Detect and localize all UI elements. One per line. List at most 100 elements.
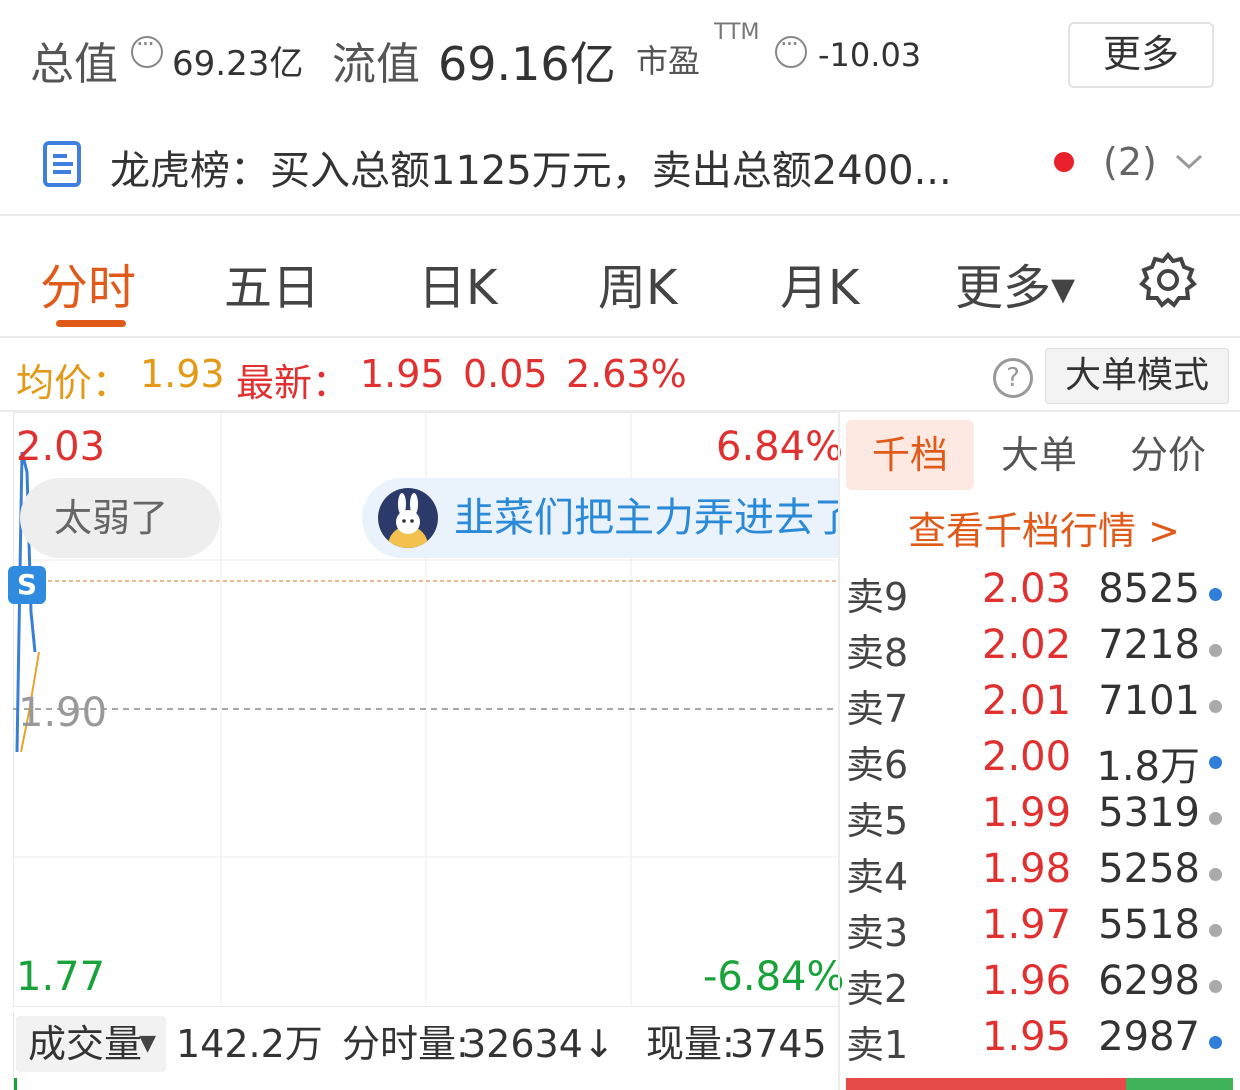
ask-price: 1.97 bbox=[982, 902, 1072, 948]
more-button[interactable]: 更多 bbox=[1068, 22, 1214, 88]
orderbook-row[interactable]: 卖4 1.98 5258 bbox=[846, 846, 1240, 902]
info-dots-icon[interactable] bbox=[131, 30, 163, 68]
rabbit-avatar bbox=[378, 488, 438, 548]
volume-indicator-select[interactable]: 成交量 ▼ bbox=[16, 1016, 166, 1072]
ask-price: 2.02 bbox=[982, 622, 1072, 668]
ask-level-label: 卖7 bbox=[846, 687, 909, 731]
big-order-mode-button[interactable]: 大单模式 bbox=[1045, 348, 1229, 404]
orderbook-row[interactable]: 卖8 2.02 7218 bbox=[846, 622, 1240, 678]
ask-level-label: 卖9 bbox=[846, 575, 909, 619]
orderbook-row[interactable]: 卖6 2.00 1.8万 bbox=[846, 734, 1240, 790]
tab-intraday[interactable]: 分时 bbox=[40, 248, 136, 318]
ask-level-label: 卖3 bbox=[846, 911, 909, 955]
ask-price: 1.98 bbox=[982, 846, 1072, 892]
chart-low-price: 1.77 bbox=[16, 954, 106, 1000]
tick-volume-label: 分时量: bbox=[342, 1022, 469, 1066]
gear-icon[interactable] bbox=[1138, 250, 1198, 310]
status-dot bbox=[1209, 700, 1222, 713]
price-change: 0.05 bbox=[463, 352, 548, 396]
price-change-pct: 2.63% bbox=[566, 352, 687, 396]
tab-day-k[interactable]: 日K bbox=[418, 248, 497, 318]
ask-price: 2.03 bbox=[982, 566, 1072, 612]
dragon-tiger-notice[interactable]: 龙虎榜：买入总额1125万元，卖出总额2400... bbox=[110, 138, 952, 196]
float-value-label: 流值 bbox=[332, 39, 420, 90]
s-marker-badge[interactable]: S bbox=[8, 566, 46, 604]
avg-price-label: 均价： bbox=[16, 361, 131, 405]
status-dot bbox=[1209, 812, 1222, 825]
sell-ratio-bar bbox=[1126, 1078, 1233, 1090]
current-volume-label: 现量: bbox=[646, 1022, 735, 1066]
buy-ratio-bar bbox=[846, 1078, 1126, 1090]
ask-quantity: 7218 bbox=[1098, 622, 1200, 668]
orderbook-row[interactable]: 卖9 2.03 8525 bbox=[846, 566, 1240, 622]
ask-quantity: 5319 bbox=[1098, 790, 1200, 836]
active-tab-indicator bbox=[56, 320, 126, 327]
info-dots-icon[interactable] bbox=[775, 30, 807, 68]
ask-price: 2.00 bbox=[982, 734, 1072, 780]
tab-thousand-levels[interactable]: 千档 bbox=[846, 420, 974, 490]
ask-level-label: 卖1 bbox=[846, 1023, 909, 1067]
pe-ttm-superscript: TTM bbox=[714, 20, 760, 45]
tab-five-day[interactable]: 五日 bbox=[224, 248, 320, 318]
volume-bar bbox=[14, 1078, 17, 1090]
tab-month-k[interactable]: 月K bbox=[780, 248, 859, 318]
chart-high-price: 2.03 bbox=[16, 424, 106, 470]
avg-price-value: 1.93 bbox=[140, 352, 225, 396]
tab-week-k[interactable]: 周K bbox=[598, 248, 677, 318]
section-divider bbox=[0, 336, 1240, 338]
status-dot bbox=[1209, 1036, 1222, 1049]
status-dot bbox=[1209, 868, 1222, 881]
chart-mid-price: 1.90 bbox=[18, 690, 108, 736]
orderbook-row[interactable]: 卖7 2.01 7101 bbox=[846, 678, 1240, 734]
status-dot bbox=[1209, 980, 1222, 993]
ask-price: 1.95 bbox=[982, 1014, 1072, 1060]
comment-bubble[interactable]: 韭菜们把主力弄进去了 bbox=[362, 478, 840, 558]
comment-bubble[interactable]: 太弱了 bbox=[20, 478, 220, 558]
latest-price-value: 1.95 bbox=[360, 352, 445, 396]
ask-level-label: 卖4 bbox=[846, 855, 909, 899]
current-volume-value: 3745 bbox=[730, 1022, 827, 1066]
ask-level-label: 卖5 bbox=[846, 799, 909, 843]
chevron-down-icon[interactable] bbox=[1174, 152, 1204, 172]
ask-level-label: 卖2 bbox=[846, 967, 909, 1011]
ask-quantity: 6298 bbox=[1098, 958, 1200, 1004]
ask-quantity: 5258 bbox=[1098, 846, 1200, 892]
volume-indicator-label: 成交量 bbox=[28, 1022, 143, 1066]
pe-value: -10.03 bbox=[818, 36, 922, 74]
section-divider bbox=[0, 214, 1240, 216]
ask-price: 1.96 bbox=[982, 958, 1072, 1004]
ask-price: 1.99 bbox=[982, 790, 1072, 836]
tab-big-orders[interactable]: 大单 bbox=[975, 420, 1103, 490]
orderbook-row[interactable]: 卖2 1.96 6298 bbox=[846, 958, 1240, 1014]
help-icon[interactable]: ? bbox=[993, 358, 1033, 398]
chart-high-pct: 6.84% bbox=[716, 424, 844, 470]
pe-label: 市盈 bbox=[636, 42, 701, 80]
latest-price-label: 最新： bbox=[236, 361, 351, 405]
float-value: 69.16亿 bbox=[438, 37, 616, 91]
view-thousand-levels-link[interactable]: 查看千档行情 > bbox=[908, 500, 1180, 555]
panel-divider bbox=[838, 412, 840, 1090]
ask-quantity: 7101 bbox=[1098, 678, 1200, 724]
total-value-label: 总值 bbox=[30, 39, 118, 90]
tab-more[interactable]: 更多▾ bbox=[955, 248, 1075, 318]
caret-down-icon: ▼ bbox=[139, 1031, 156, 1056]
orderbook-row[interactable]: 卖3 1.97 5518 bbox=[846, 902, 1240, 958]
unread-dot bbox=[1054, 152, 1074, 172]
ask-quantity: 8525 bbox=[1098, 566, 1200, 612]
ask-level-label: 卖8 bbox=[846, 631, 909, 675]
tab-price-distribution[interactable]: 分价 bbox=[1104, 420, 1232, 490]
status-dot bbox=[1209, 588, 1222, 601]
chart-low-pct: -6.84% bbox=[703, 954, 845, 1000]
ask-quantity: 2987 bbox=[1098, 1014, 1200, 1060]
ask-level-label: 卖6 bbox=[846, 743, 909, 787]
ask-quantity: 5518 bbox=[1098, 902, 1200, 948]
orderbook-row[interactable]: 卖1 1.95 2987 bbox=[846, 1014, 1240, 1070]
ask-quantity: 1.8万 bbox=[1096, 744, 1200, 790]
status-dot bbox=[1209, 756, 1222, 769]
orderbook-row[interactable]: 卖5 1.99 5319 bbox=[846, 790, 1240, 846]
document-icon bbox=[43, 141, 81, 187]
comment-text: 韭菜们把主力弄进去了 bbox=[454, 495, 840, 541]
tick-volume-value: 32634↓ bbox=[462, 1022, 615, 1066]
notice-count: (2) bbox=[1103, 140, 1157, 184]
volume-total: 142.2万 bbox=[176, 1022, 323, 1066]
